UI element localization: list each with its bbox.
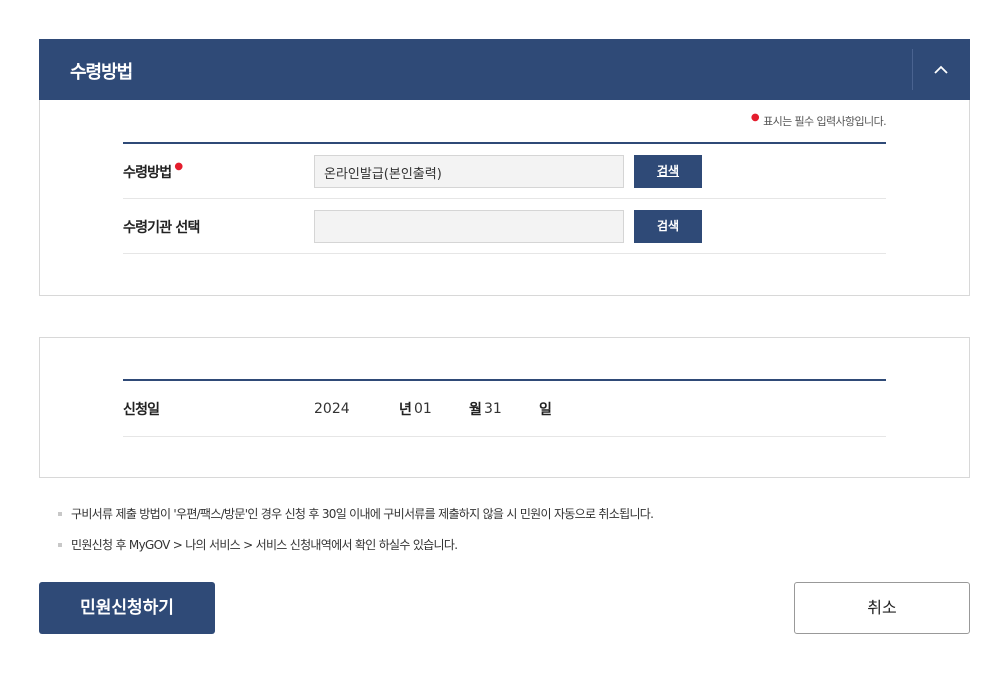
submit-application-button[interactable]: 민원신청하기 (39, 582, 215, 634)
date-table: 신청일 2024 년 01 월 31 일 (123, 379, 886, 437)
section-title: 수령방법 (70, 62, 133, 83)
notice-list: 구비서류 제출 방법이 '우편/팩스/방문'인 경우 신청 후 30일 이내에 … (58, 505, 654, 567)
application-date-section: 신청일 2024 년 01 월 31 일 (39, 337, 970, 478)
required-dot-icon: ● (174, 161, 183, 172)
date-year-unit: 년 (399, 402, 412, 418)
date-month-unit: 월 (469, 402, 482, 418)
chevron-up-icon (934, 65, 948, 74)
notice-item: 민원신청 후 MyGOV > 나의 서비스 > 서비스 신청내역에서 확인 하실… (58, 536, 653, 567)
receipt-agency-label: 수령기관 선택 (123, 220, 200, 236)
date-day: 31 (484, 401, 502, 417)
form-row-receipt-method: 수령방법 ● 온라인발급(본인출력) 검색 (123, 144, 886, 199)
form-row-receipt-agency: 수령기관 선택 검색 (123, 199, 886, 254)
application-date-label: 신청일 (123, 402, 160, 418)
receipt-agency-search-button[interactable]: 검색 (634, 210, 702, 243)
receipt-agency-input[interactable] (314, 210, 624, 243)
receipt-section-body: ● 표시는 필수 입력사항입니다. 수령방법 ● 온라인발급(본인출력) 검색 수령… (39, 100, 970, 296)
required-dot-icon: ● (750, 112, 760, 123)
cancel-button[interactable]: 취소 (794, 582, 970, 634)
receipt-method-label: 수령방법 ● (123, 161, 183, 181)
required-note: ● 표시는 필수 입력사항입니다. (750, 112, 887, 128)
date-day-unit: 일 (539, 402, 552, 418)
receipt-form: 수령방법 ● 온라인발급(본인출력) 검색 수령기관 선택 검색 (123, 142, 886, 254)
date-month: 01 (414, 401, 432, 417)
receipt-method-input[interactable]: 온라인발급(본인출력) (314, 155, 624, 188)
receipt-method-search-button[interactable]: 검색 (634, 155, 702, 188)
notice-item: 구비서류 제출 방법이 '우편/팩스/방문'인 경우 신청 후 30일 이내에 … (58, 505, 654, 536)
date-year: 2024 (314, 401, 350, 417)
receipt-section-header: 수령방법 (39, 39, 970, 100)
date-row: 신청일 2024 년 01 월 31 일 (123, 381, 886, 437)
collapse-toggle-button[interactable] (913, 39, 970, 100)
